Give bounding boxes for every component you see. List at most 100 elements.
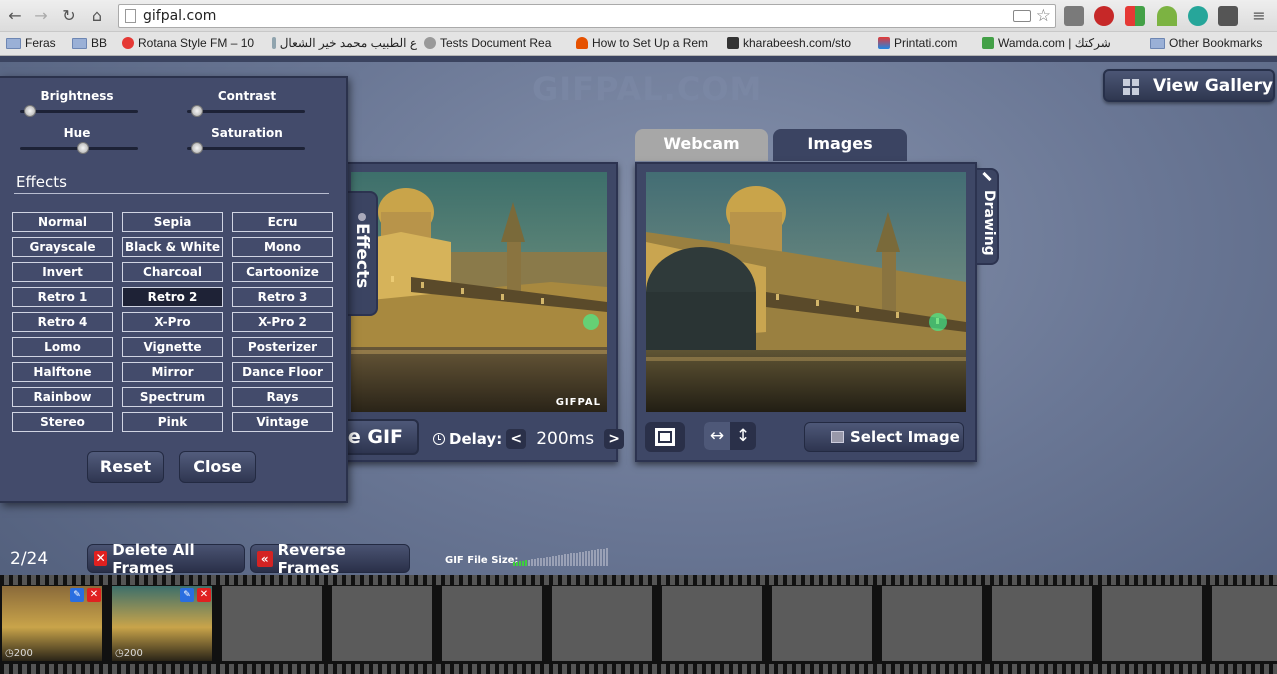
close-button[interactable]: Close xyxy=(179,451,256,483)
effect-button-x-pro[interactable]: X-Pro xyxy=(122,312,223,332)
bookmark-tests-document[interactable]: Tests Document Rea xyxy=(424,36,559,50)
effect-button-posterizer[interactable]: Posterizer xyxy=(232,337,333,357)
add-frame-button[interactable] xyxy=(645,422,685,452)
hue-knob[interactable] xyxy=(77,142,89,154)
effect-button-mono[interactable]: Mono xyxy=(232,237,333,257)
effect-button-halftone[interactable]: Halftone xyxy=(12,362,113,382)
effect-button-rays[interactable]: Rays xyxy=(232,387,333,407)
effect-button-charcoal[interactable]: Charcoal xyxy=(122,262,223,282)
reverse-frames-button[interactable]: « Reverse Frames xyxy=(250,541,410,577)
film-frame[interactable]: ✎ ✕ ◷200 xyxy=(2,586,102,661)
view-gallery-button[interactable]: View Gallery xyxy=(1103,69,1275,102)
effect-button-rainbow[interactable]: Rainbow xyxy=(12,387,113,407)
effect-button-black-white[interactable]: Black & White xyxy=(122,237,223,257)
forward-icon[interactable]: → xyxy=(31,6,51,26)
film-frame[interactable] xyxy=(222,586,322,661)
film-frame[interactable] xyxy=(882,586,982,661)
camera-icon[interactable] xyxy=(1013,10,1031,22)
delay-increase-button[interactable]: > xyxy=(604,429,625,449)
edit-frame-icon[interactable]: ✎ xyxy=(180,588,194,602)
bookmark-wamda[interactable]: Wamda.com | شركتك xyxy=(982,36,1117,50)
delete-all-frames-button[interactable]: ✕ Delete All Frames xyxy=(87,541,245,577)
film-frame[interactable] xyxy=(552,586,652,661)
brightness-slider[interactable] xyxy=(20,105,138,117)
effect-button-stereo[interactable]: Stereo xyxy=(12,412,113,432)
download-extension-icon[interactable] xyxy=(1157,6,1177,26)
contrast-knob[interactable] xyxy=(191,105,203,117)
film-frame[interactable]: ✎ ✕ ◷200 xyxy=(112,586,212,661)
tab-images[interactable]: Images xyxy=(773,129,907,161)
effects-side-tab[interactable]: Effects xyxy=(346,191,378,316)
drawing-side-tab[interactable]: Drawing xyxy=(977,168,999,265)
bookmark-rotana[interactable]: Rotana Style FM – 10 xyxy=(122,36,257,50)
reload-icon[interactable]: ↻ xyxy=(59,6,79,26)
effect-button-invert[interactable]: Invert xyxy=(12,262,113,282)
delay-decrease-button[interactable]: < xyxy=(506,429,527,449)
size-meter-bar xyxy=(558,555,560,566)
effect-button-retro-3[interactable]: Retro 3 xyxy=(232,287,333,307)
bookmark-how-to-set-up[interactable]: How to Set Up a Rem xyxy=(576,36,711,50)
flip-horizontal-icon[interactable]: ↔ xyxy=(704,422,730,450)
url-text[interactable]: gifpal.com xyxy=(143,8,216,24)
film-frame[interactable] xyxy=(1212,586,1277,661)
extension-icon[interactable] xyxy=(1125,6,1145,26)
film-frame[interactable] xyxy=(332,586,432,661)
effect-button-grayscale[interactable]: Grayscale xyxy=(12,237,113,257)
effect-button-spectrum[interactable]: Spectrum xyxy=(122,387,223,407)
delete-frame-icon[interactable]: ✕ xyxy=(197,588,211,602)
adblock-extension-icon[interactable] xyxy=(1094,6,1114,26)
effect-button-mirror[interactable]: Mirror xyxy=(122,362,223,382)
flip-vertical-icon[interactable]: ↕ xyxy=(730,422,756,450)
bookmark-star-icon[interactable]: ☆ xyxy=(1036,6,1051,26)
effect-button-x-pro-2[interactable]: X-Pro 2 xyxy=(232,312,333,332)
film-frame[interactable] xyxy=(442,586,542,661)
effect-button-lomo[interactable]: Lomo xyxy=(12,337,113,357)
reset-button[interactable]: Reset xyxy=(87,451,164,483)
effect-button-sepia[interactable]: Sepia xyxy=(122,212,223,232)
size-meter-bar xyxy=(540,557,542,566)
delete-frame-icon[interactable]: ✕ xyxy=(87,588,101,602)
bookmark-other-bookmarks[interactable]: Other Bookmarks xyxy=(1150,36,1262,50)
tab-webcam[interactable]: Webcam xyxy=(635,129,768,161)
clock-icon xyxy=(433,433,445,445)
edit-frame-icon[interactable]: ✎ xyxy=(70,588,84,602)
wamda-favicon xyxy=(982,37,994,49)
bookmark-printati[interactable]: Printati.com xyxy=(878,36,957,50)
effect-button-vignette[interactable]: Vignette xyxy=(122,337,223,357)
wave-extension-icon[interactable] xyxy=(1188,6,1208,26)
hue-slider[interactable] xyxy=(20,142,138,154)
film-frame[interactable] xyxy=(772,586,872,661)
saturation-slider[interactable] xyxy=(187,142,305,154)
effect-button-retro-4[interactable]: Retro 4 xyxy=(12,312,113,332)
effect-button-vintage[interactable]: Vintage xyxy=(232,412,333,432)
effect-button-pink[interactable]: Pink xyxy=(122,412,223,432)
effect-button-dance-floor[interactable]: Dance Floor xyxy=(232,362,333,382)
brightness-knob[interactable] xyxy=(24,105,36,117)
select-image-button[interactable]: Select Image xyxy=(804,422,964,452)
bookmark-kharabeesh[interactable]: kharabeesh.com/sto xyxy=(727,36,862,50)
effect-button-retro-2[interactable]: Retro 2 xyxy=(122,287,223,307)
bookmark-folder-feras[interactable]: Feras xyxy=(6,36,56,50)
size-meter-bar xyxy=(579,552,581,566)
effect-button-normal[interactable]: Normal xyxy=(12,212,113,232)
film-frame[interactable] xyxy=(992,586,1092,661)
film-frame[interactable] xyxy=(1102,586,1202,661)
bookmark-folder-bb[interactable]: BB xyxy=(72,36,107,50)
contrast-slider[interactable] xyxy=(187,105,305,117)
size-meter-bar xyxy=(555,555,557,566)
bookmark-arabic-site[interactable]: ع الطبيب محمد خير الشعال xyxy=(272,36,417,50)
effect-button-cartoonize[interactable]: Cartoonize xyxy=(232,262,333,282)
back-icon[interactable]: ← xyxy=(5,6,25,26)
saturation-knob[interactable] xyxy=(191,142,203,154)
effect-button-ecru[interactable]: Ecru xyxy=(232,212,333,232)
folder-icon xyxy=(6,37,21,49)
pocket-extension-icon[interactable] xyxy=(1064,6,1084,26)
bookmark-label: Feras xyxy=(25,36,56,50)
hue-label: Hue xyxy=(63,126,91,140)
home-icon[interactable]: ⌂ xyxy=(87,6,107,26)
menu-icon[interactable]: ≡ xyxy=(1249,6,1269,26)
address-bar[interactable]: gifpal.com ☆ xyxy=(118,4,1056,28)
effect-button-retro-1[interactable]: Retro 1 xyxy=(12,287,113,307)
evernote-extension-icon[interactable] xyxy=(1218,6,1238,26)
film-frame[interactable] xyxy=(662,586,762,661)
